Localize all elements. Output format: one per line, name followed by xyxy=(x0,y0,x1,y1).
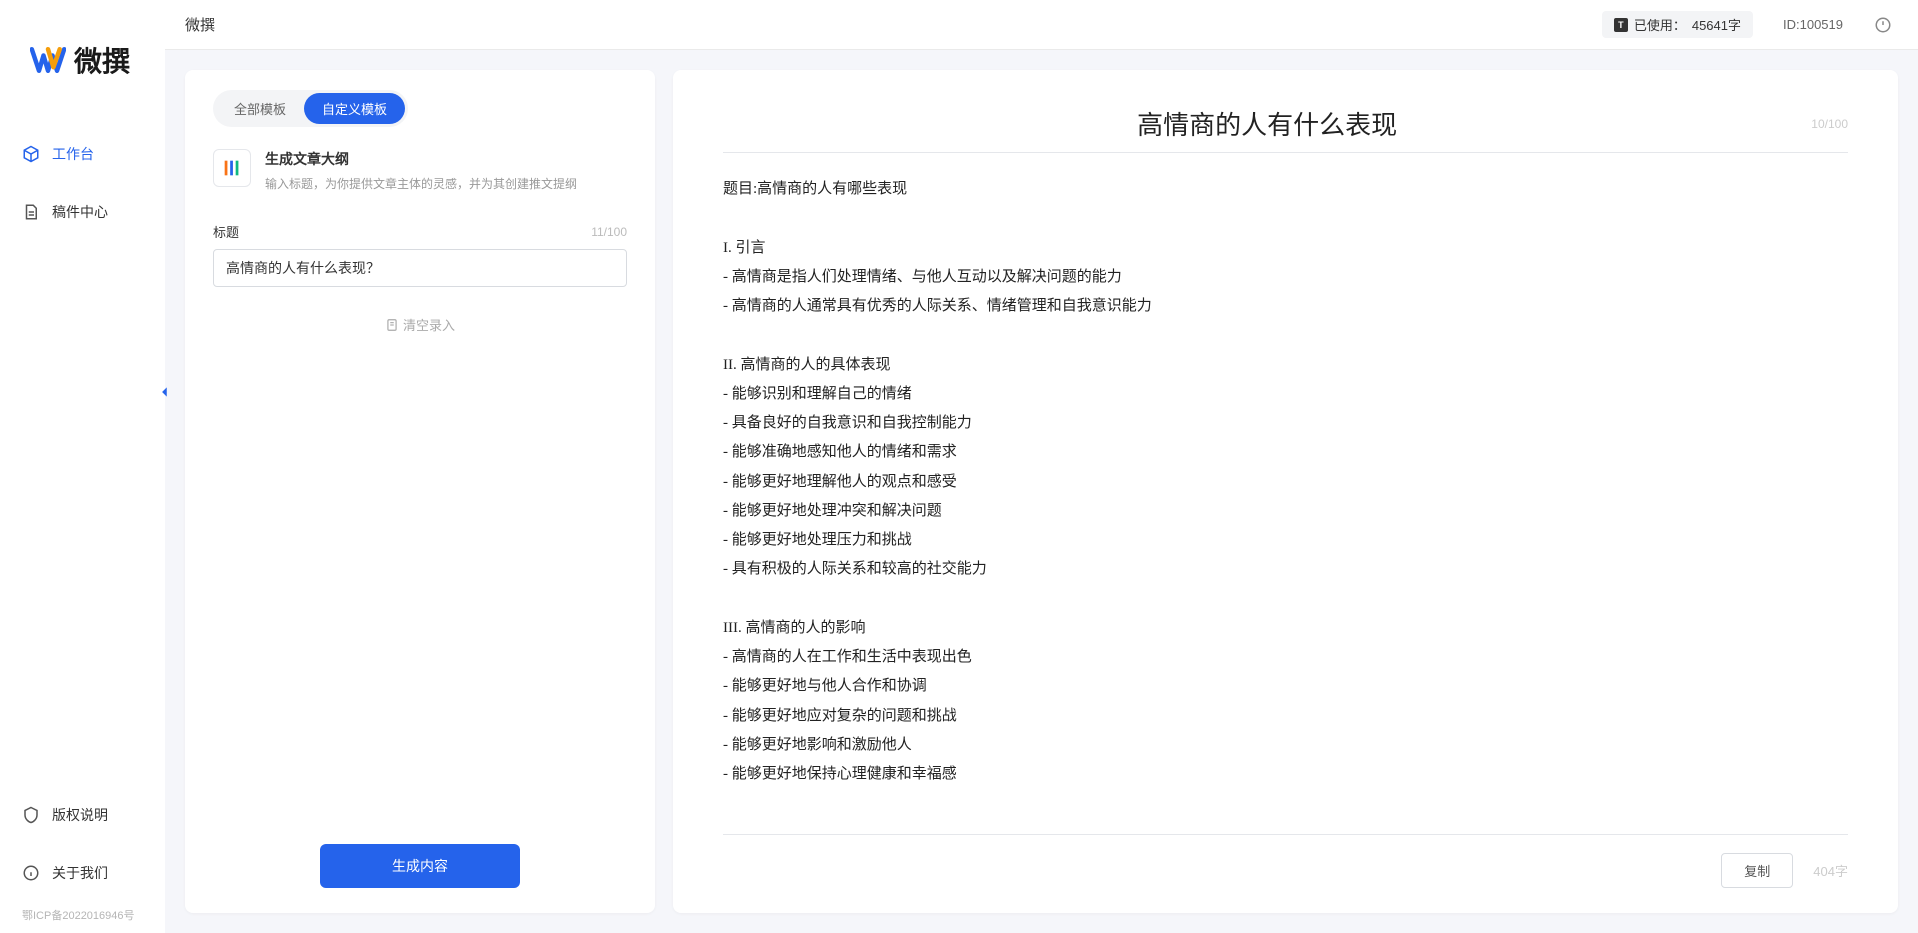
sidebar-item-drafts[interactable]: 稿件中心 xyxy=(22,198,143,226)
input-panel: 全部模板 自定义模板 生成文章大纲 输入标题，为你提供文章主体的灵感，并为其创建… xyxy=(185,70,655,913)
clear-icon xyxy=(385,318,399,332)
output-title-counter: 10/100 xyxy=(1811,117,1848,131)
sidebar-item-copyright[interactable]: 版权说明 xyxy=(22,801,143,829)
sidebar-item-label: 稿件中心 xyxy=(52,202,108,222)
usage-badge: T 已使用： 45641字 xyxy=(1602,11,1753,38)
sidebar-item-workspace[interactable]: 工作台 xyxy=(22,140,143,168)
sidebar: 微撰 工作台 稿件中心 版权说明 关于我们 xyxy=(0,0,165,933)
text-count-icon: T xyxy=(1614,18,1628,32)
sidebar-item-label: 版权说明 xyxy=(52,805,108,825)
content-row: 全部模板 自定义模板 生成文章大纲 输入标题，为你提供文章主体的灵感，并为其创建… xyxy=(165,50,1918,933)
output-body[interactable]: 题目:高情商的人有哪些表现 I. 引言 - 高情商是指人们处理情绪、与他人互动以… xyxy=(723,175,1848,824)
document-icon xyxy=(22,203,40,221)
chevron-left-icon xyxy=(158,385,172,399)
logo-icon xyxy=(30,42,66,78)
tab-custom-template[interactable]: 自定义模板 xyxy=(304,93,405,124)
logo-text: 微撰 xyxy=(74,40,130,80)
field-label-title: 标题 xyxy=(213,222,239,241)
template-desc: 输入标题，为你提供文章主体的灵感，并为其创建推文提纲 xyxy=(265,175,627,192)
topbar: 微撰 T 已使用： 45641字 ID:100519 xyxy=(165,0,1918,50)
output-word-count: 404字 xyxy=(1813,861,1848,880)
sidebar-item-label: 工作台 xyxy=(52,144,94,164)
template-card[interactable]: 生成文章大纲 输入标题，为你提供文章主体的灵感，并为其创建推文提纲 xyxy=(213,149,627,192)
user-id: ID:100519 xyxy=(1783,17,1843,32)
clear-input-button[interactable]: 清空录入 xyxy=(213,315,627,334)
title-input[interactable] xyxy=(213,249,627,287)
power-button[interactable] xyxy=(1873,15,1893,35)
icp-note: 鄂ICP备2022016946号 xyxy=(0,897,165,923)
page-title: 微撰 xyxy=(185,14,215,35)
template-title: 生成文章大纲 xyxy=(265,149,627,169)
generate-button[interactable]: 生成内容 xyxy=(320,844,520,888)
usage-prefix: 已使用： xyxy=(1634,15,1686,34)
sidebar-item-label: 关于我们 xyxy=(52,863,108,883)
output-panel: 高情商的人有什么表现 10/100 题目:高情商的人有哪些表现 I. 引言 - … xyxy=(673,70,1898,913)
app-logo[interactable]: 微撰 xyxy=(0,40,165,80)
usage-value: 45641字 xyxy=(1692,15,1741,34)
shield-icon xyxy=(22,806,40,824)
sidebar-collapse-toggle[interactable] xyxy=(155,380,175,404)
clear-input-label: 清空录入 xyxy=(403,315,455,334)
main-area: 微撰 T 已使用： 45641字 ID:100519 全部模板 自定义模板 xyxy=(165,0,1918,933)
field-counter: 11/100 xyxy=(591,225,627,239)
tab-all-templates[interactable]: 全部模板 xyxy=(216,93,304,124)
copy-button[interactable]: 复制 xyxy=(1721,853,1793,888)
info-icon xyxy=(22,864,40,882)
template-thumb-icon xyxy=(213,149,251,187)
output-title[interactable]: 高情商的人有什么表现 xyxy=(723,105,1811,142)
template-tabs: 全部模板 自定义模板 xyxy=(213,90,408,127)
power-icon xyxy=(1874,16,1892,34)
sidebar-item-about[interactable]: 关于我们 xyxy=(22,859,143,887)
cube-icon xyxy=(22,145,40,163)
